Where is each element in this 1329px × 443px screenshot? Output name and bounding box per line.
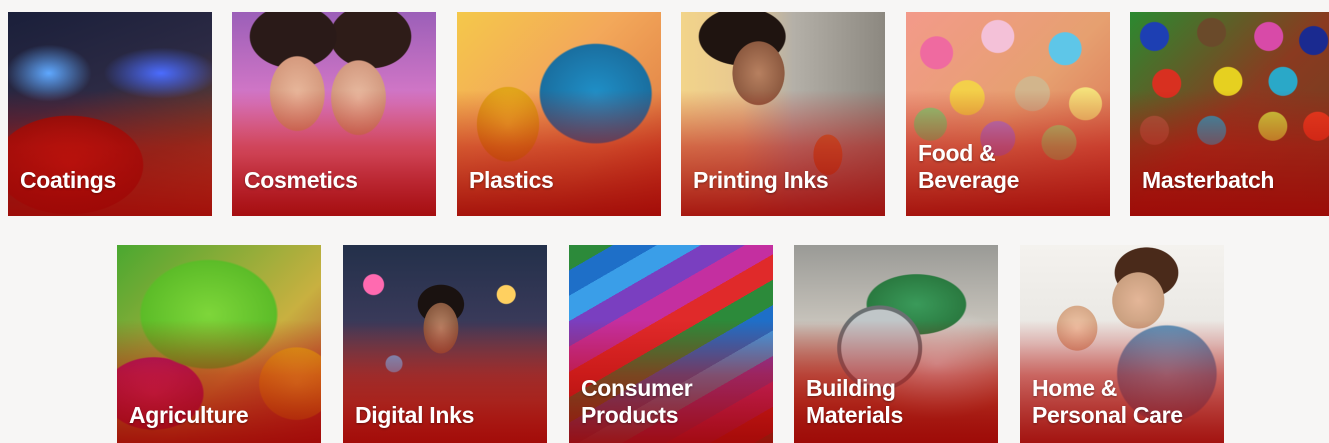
tile-overlay <box>457 89 661 216</box>
tile-label-line: Agriculture <box>129 402 249 428</box>
tile-overlay <box>1130 89 1329 216</box>
industry-tile-home-personal-care[interactable]: Home & Personal Care <box>1020 245 1224 443</box>
tile-overlay <box>8 89 212 216</box>
tile-label: Home & Personal Care <box>1032 375 1216 429</box>
industry-tile-plastics[interactable]: Plastics <box>457 12 661 216</box>
tile-label-line: Products <box>581 402 679 428</box>
tile-overlay <box>681 89 885 216</box>
tile-label: Food & Beverage <box>918 140 1020 193</box>
industry-tile-coatings[interactable]: Coatings <box>8 12 212 216</box>
tile-label: Digital Inks <box>355 402 539 429</box>
tile-label: Building Materials <box>806 375 990 429</box>
tile-label-line: Materials <box>806 402 904 428</box>
tile-label: Consumer Products <box>581 375 765 429</box>
tile-label-line: Home & <box>1032 375 1118 401</box>
industry-tile-digital-inks[interactable]: Digital Inks <box>343 245 547 443</box>
tile-label-line: Building <box>806 375 896 401</box>
industry-tile-consumer-products[interactable]: Consumer Products <box>569 245 773 443</box>
tile-label: Coatings <box>20 167 116 193</box>
industry-tile-building-materials[interactable]: Building Materials <box>794 245 998 443</box>
tile-label: Masterbatch <box>1142 167 1275 193</box>
tile-label-line: Consumer <box>581 375 693 401</box>
tile-label: Plastics <box>469 167 554 193</box>
industry-tile-masterbatch[interactable]: Masterbatch <box>1130 12 1329 216</box>
industry-tile-agriculture[interactable]: Agriculture <box>117 245 321 443</box>
tile-overlay <box>232 89 436 216</box>
tile-label-line: Personal Care <box>1032 402 1183 428</box>
industry-tile-printing-inks[interactable]: Printing Inks <box>681 12 885 216</box>
tile-label: Agriculture <box>129 402 313 429</box>
tile-label-line: Digital Inks <box>355 402 475 428</box>
tile-label: Cosmetics <box>244 167 358 193</box>
tile-label: Printing Inks <box>693 167 829 193</box>
industry-tile-cosmetics[interactable]: Cosmetics <box>232 12 436 216</box>
industry-tile-food-beverage[interactable]: Food & Beverage <box>906 12 1110 216</box>
